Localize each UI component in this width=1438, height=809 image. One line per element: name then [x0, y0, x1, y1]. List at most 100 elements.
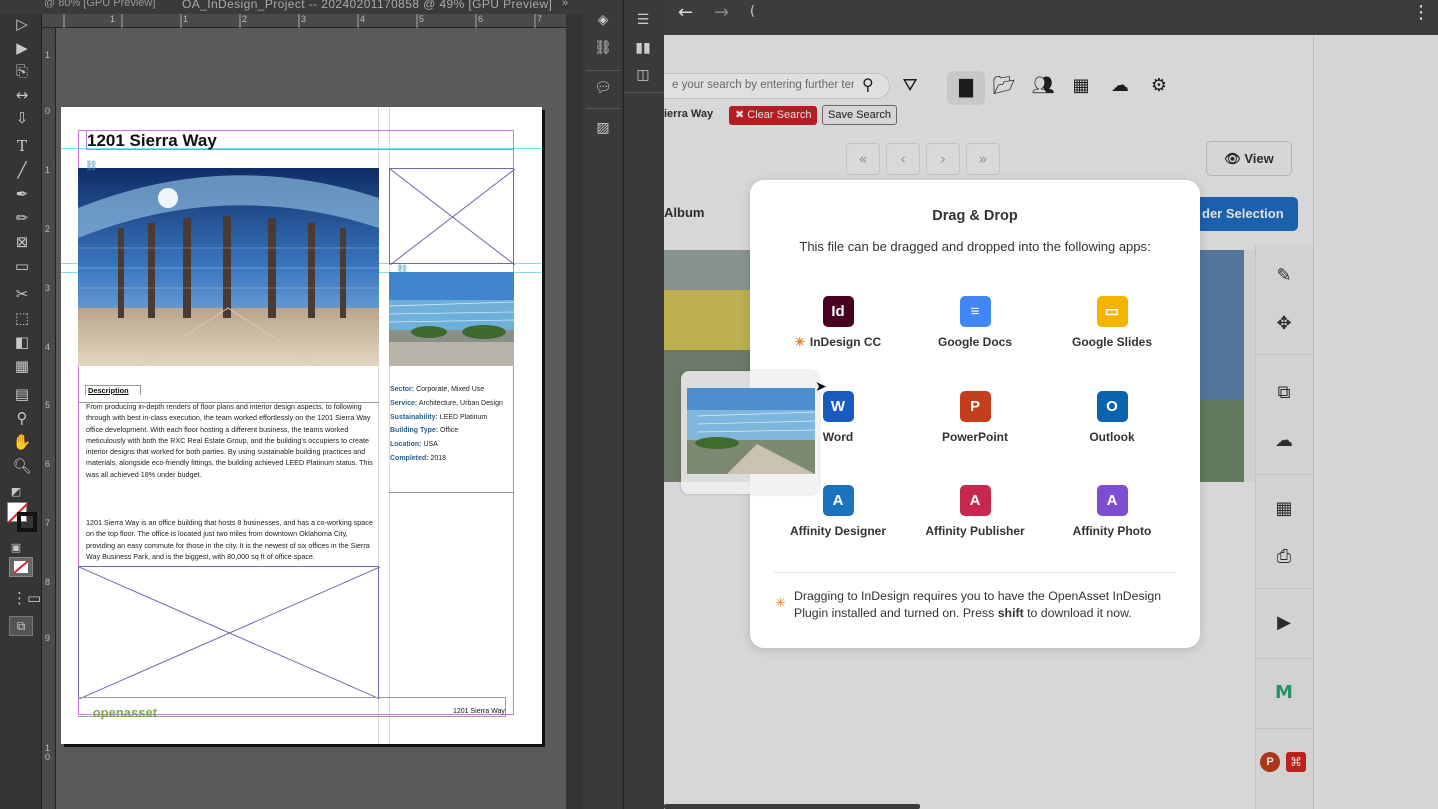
comments-icon[interactable]: 💬︎ [591, 78, 615, 98]
vertical-scrollbar[interactable] [566, 14, 582, 809]
tab-secondary-doc[interactable]: @ 80% [GPU Preview] [44, 0, 155, 9]
link-icon: ⛓ [396, 265, 409, 276]
ruler-label: 6 [45, 459, 51, 469]
google-slides-icon: ▭ [1096, 296, 1128, 327]
url-field[interactable]: ( [750, 4, 755, 19]
ruler-label: 2 [45, 224, 51, 234]
meta-value: USA [423, 441, 438, 449]
note-tool-icon[interactable]: ▤ [12, 384, 32, 404]
ruler-label: 5 [45, 400, 51, 410]
app-option-affinity-photo[interactable]: A Affinity Photo [1044, 485, 1180, 538]
swap-fill-stroke-icon[interactable]: ◩ ⇄ [6, 482, 26, 518]
empty-image-frame[interactable] [389, 168, 515, 265]
forward-button[interactable]: → [714, 2, 729, 23]
gradient-feather-icon[interactable]: ▦ [12, 356, 32, 376]
back-button[interactable]: ← [678, 2, 693, 23]
links-icon[interactable]: ⛓ [591, 38, 615, 58]
placeholder-x-icon [390, 169, 515, 265]
scissors-tool-icon[interactable]: ✂ [12, 284, 32, 304]
panel-dock-secondary: ☰ ▮▮ ◫ [624, 0, 664, 809]
footer-text: 1201 Sierra Way [453, 708, 505, 715]
layers-icon[interactable]: ◈ [591, 10, 615, 30]
stroke-swatch[interactable] [17, 512, 37, 532]
affinity-designer-icon: A [822, 485, 854, 516]
document-title: 1201 Sierra Way [87, 131, 217, 150]
type-tool-icon[interactable]: T [12, 136, 32, 156]
body-paragraph-2[interactable]: 1201 Sierra Way is an office building th… [86, 517, 376, 562]
browser-toolbar: ← → ( ⋮ [664, 0, 1438, 35]
formatting-container-icon[interactable]: ▣ T [6, 538, 26, 574]
empty-image-frame[interactable] [78, 566, 380, 699]
browser-menu-icon[interactable]: ⋮ [1412, 2, 1430, 23]
drag-ghost-thumbnail[interactable] [681, 371, 819, 494]
app-label: ✳ InDesign CC [770, 335, 906, 349]
meta-row: Location: USA [390, 438, 515, 452]
app-option-affinity-publisher[interactable]: A Affinity Publisher [907, 485, 1043, 538]
properties-icon[interactable]: ☰ [631, 10, 655, 30]
pencil-tool-icon[interactable]: ✏ [12, 208, 32, 228]
horizontal-ruler: 1 1 2 3 4 5 6 7 [42, 14, 566, 28]
app-label-text: InDesign CC [809, 335, 882, 349]
cc-panel-icon[interactable]: ◫ [631, 65, 655, 85]
ruler-label: 4 [45, 342, 51, 352]
app-option-powerpoint[interactable]: P PowerPoint [907, 391, 1043, 444]
main-building-image[interactable] [78, 168, 379, 366]
preview-mode-icon[interactable]: ⧉ [9, 616, 33, 636]
document-page[interactable]: 1201 Sierra Way ⛓ ⛓ Description From pro… [61, 107, 542, 744]
plugin-note: Dragging to InDesign requires you to hav… [794, 588, 1184, 622]
modal-title: Drag & Drop [932, 208, 1018, 224]
tab-overflow-icon[interactable]: » [562, 0, 568, 9]
ruler-label: 7 [537, 14, 543, 24]
gap-tool-icon[interactable]: ↔ [12, 85, 32, 105]
meta-row: Sector: Corporate, Mixed Use [390, 383, 515, 397]
exterior-building-image[interactable] [389, 272, 514, 366]
direct-selection-tool-icon[interactable]: ▶ [12, 38, 32, 58]
powerpoint-icon: P [959, 391, 991, 422]
app-label-text: Google Slides [1071, 335, 1152, 349]
ruler-label: 1 [45, 50, 51, 60]
meta-key: Sustainability: [390, 413, 438, 421]
app-label-text: PowerPoint [941, 430, 1008, 444]
body-paragraph-1[interactable]: From producing in-depth renders of floor… [86, 401, 376, 480]
meta-key: Building Type: [390, 427, 439, 435]
meta-value: Architecture, Urban Design [418, 399, 503, 407]
rectangle-tool-icon[interactable]: ▭ [12, 256, 32, 276]
app-label: Outlook [1044, 430, 1180, 444]
ruler-label: 5 [419, 14, 425, 24]
metadata-list: Sector: Corporate, Mixed Use Service: Ar… [390, 383, 515, 466]
eyedropper-tool-icon[interactable]: ⚲ [12, 408, 32, 428]
app-option-indesign-cc[interactable]: Id ✳ InDesign CC [770, 296, 906, 349]
app-option-google-slides[interactable]: ▭ Google Slides [1044, 296, 1180, 349]
note-text: to download it now. [1023, 606, 1132, 620]
free-transform-tool-icon[interactable]: ⬚ [12, 308, 32, 328]
page-tool-icon[interactable]: ⎘ [12, 61, 32, 81]
rectangle-frame-tool-icon[interactable]: ⊠ [12, 232, 32, 252]
panel-dock: ◈ ⛓ 💬︎ ▨ [582, 0, 624, 809]
mouse-cursor-icon: ➤ [815, 379, 827, 395]
content-collector-icon[interactable]: ⇩ [12, 108, 32, 128]
cc-libraries-icon[interactable]: ▨ [591, 118, 615, 138]
zoom-tool-icon[interactable]: 🔍︎ [12, 456, 32, 476]
shift-key-link[interactable]: shift [998, 606, 1024, 620]
hand-tool-icon[interactable]: ✋ [12, 432, 32, 452]
pages-icon[interactable]: ▮▮ [631, 38, 655, 58]
tools-panel: ▷ ▶ ⎘ ↔ ⇩ T ╱ ✒ ✏ ⊠ ▭ ✂ ⬚ ◧ ▦ ▤ ⚲ ✋ 🔍︎ ◩… [0, 14, 42, 809]
ruler-label: 1 0 [45, 743, 51, 762]
gradient-tool-icon[interactable]: ◧ [12, 332, 32, 352]
selection-tool-icon[interactable]: ▷ [12, 14, 32, 34]
affinity-publisher-icon: A [959, 485, 991, 516]
ruler-label: 6 [478, 14, 484, 24]
line-tool-icon[interactable]: ╱ [12, 160, 32, 180]
openasset-logo: ◌openasset [85, 705, 157, 720]
meta-row: Building Type: Office [390, 424, 515, 438]
app-label-text: Affinity Photo [1072, 524, 1152, 538]
app-option-outlook[interactable]: O Outlook [1044, 391, 1180, 444]
tab-main-doc[interactable]: OA_InDesign_Project -- 20240201170858 @ … [182, 0, 552, 11]
meta-row: Service: Architecture, Urban Design [390, 397, 515, 411]
app-option-google-docs[interactable]: ≡ Google Docs [907, 296, 1043, 349]
screen-mode-icon[interactable]: ⋮▭ [12, 588, 41, 608]
divider [586, 108, 620, 109]
apply-none-button[interactable] [9, 557, 33, 577]
metadata-block[interactable]: Sector: Corporate, Mixed Use Service: Ar… [389, 383, 514, 493]
pen-tool-icon[interactable]: ✒ [12, 184, 32, 204]
